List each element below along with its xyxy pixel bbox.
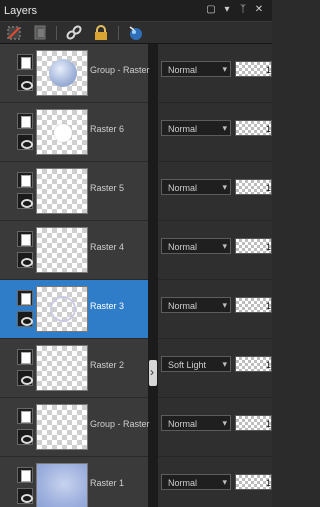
layer-type-icon	[17, 172, 33, 188]
opacity-field[interactable]: 100	[235, 474, 272, 490]
close-icon[interactable]: ✕	[253, 4, 265, 16]
toolbar-separator	[56, 26, 57, 40]
layer-style-icon[interactable]	[128, 25, 144, 41]
layer-name[interactable]: Raster 6	[90, 124, 124, 134]
blend-mode-value: Normal	[168, 124, 198, 134]
visibility-eye-icon[interactable]	[17, 488, 33, 504]
blend-mode-dropdown[interactable]: Normal ▾	[161, 415, 231, 431]
layer-name[interactable]: Group - Raster	[90, 419, 150, 429]
layer-row[interactable]: Raster 2 Soft Light ▾ 100	[0, 339, 272, 398]
opacity-field[interactable]: 100	[235, 179, 272, 195]
blend-mode-dropdown[interactable]: Normal ▾	[161, 179, 231, 195]
layer-thumbnail	[36, 227, 88, 273]
opacity-field[interactable]: 100	[235, 356, 272, 372]
opacity-field[interactable]: 100	[235, 238, 272, 254]
blend-mode-dropdown[interactable]: Normal ▾	[161, 238, 231, 254]
blend-mode-dropdown[interactable]: Soft Light ▾	[161, 356, 231, 372]
blend-mode-dropdown[interactable]: Normal ▾	[161, 297, 231, 313]
duplicate-layer-icon[interactable]	[32, 25, 48, 41]
blend-mode-value: Normal	[168, 301, 198, 311]
layer-name[interactable]: Raster 4	[90, 242, 124, 252]
visibility-eye-icon[interactable]	[17, 311, 33, 327]
layer-thumbnail	[36, 463, 88, 507]
maximize-icon[interactable]: ▢	[205, 4, 217, 16]
opacity-field[interactable]: 100	[235, 61, 272, 77]
visibility-eye-icon[interactable]	[17, 429, 33, 445]
blend-mode-value: Normal	[168, 419, 198, 429]
layer-type-icon	[17, 113, 33, 129]
link-icon[interactable]	[66, 25, 82, 41]
visibility-eye-icon[interactable]	[17, 75, 33, 91]
blend-mode-dropdown[interactable]: Normal ▾	[161, 61, 231, 77]
layer-row[interactable]: Raster 5 Normal ▾ 100	[0, 162, 272, 221]
layer-row[interactable]: Raster 6 Normal ▾ 100	[0, 103, 272, 162]
layer-type-icon	[17, 290, 33, 306]
layer-name[interactable]: Raster 5	[90, 183, 124, 193]
blend-mode-dropdown[interactable]: Normal ▾	[161, 474, 231, 490]
opacity-field[interactable]: 100	[235, 415, 272, 431]
pin-icon[interactable]: ᛉ	[237, 4, 249, 16]
blend-mode-value: Soft Light	[168, 360, 207, 370]
layers-toolbar	[0, 22, 272, 44]
layer-name[interactable]: Raster 2	[90, 360, 124, 370]
panel-title: Layers	[4, 5, 38, 17]
lock-icon[interactable]	[93, 25, 109, 41]
panel-titlebar: Layers ▢ ▾ ᛉ ✕	[0, 0, 272, 22]
layer-thumbnail	[36, 345, 88, 391]
layer-thumbnail	[36, 50, 88, 96]
blend-mode-value: Normal	[168, 65, 198, 75]
chevron-down-icon: ▾	[222, 300, 227, 310]
chevron-down-icon[interactable]: ▾	[221, 4, 233, 16]
layer-thumbnail	[36, 404, 88, 450]
opacity-field[interactable]: 100	[235, 297, 272, 313]
chevron-down-icon: ▾	[222, 359, 227, 369]
layer-name[interactable]: Group - Raster	[90, 65, 150, 75]
layer-thumbnail	[36, 168, 88, 214]
blend-mode-value: Normal	[168, 242, 198, 252]
chevron-down-icon: ▾	[222, 418, 227, 428]
chevron-down-icon: ▾	[222, 182, 227, 192]
chevron-down-icon: ▾	[222, 477, 227, 487]
visibility-eye-icon[interactable]	[17, 193, 33, 209]
layer-row[interactable]: Raster 1 Normal ▾ 100	[0, 457, 272, 507]
layer-type-icon	[17, 467, 33, 483]
delete-layer-icon[interactable]	[6, 25, 22, 41]
toolbar-separator	[118, 26, 119, 40]
layer-row[interactable]: Raster 4 Normal ▾ 100	[0, 221, 272, 280]
layer-row[interactable]: Group - Raster Normal ▾ 100	[0, 44, 272, 103]
chevron-down-icon: ▾	[222, 64, 227, 74]
blend-mode-dropdown[interactable]: Normal ▾	[161, 120, 231, 136]
layer-thumbnail	[36, 109, 88, 155]
layer-thumbnail	[36, 286, 88, 332]
visibility-eye-icon[interactable]	[17, 252, 33, 268]
opacity-field[interactable]: 100	[235, 120, 272, 136]
blend-mode-value: Normal	[168, 183, 198, 193]
chevron-down-icon: ▾	[222, 241, 227, 251]
layer-row[interactable]: Group - Raster Normal ▾ 100	[0, 398, 272, 457]
blend-mode-value: Normal	[168, 478, 198, 488]
layer-row[interactable]: Raster 3 Normal ▾ 100	[0, 280, 272, 339]
layers-list: Group - Raster Normal ▾ 100 Raster 6 Normal ▾ 1…	[0, 44, 272, 507]
visibility-eye-icon[interactable]	[17, 134, 33, 150]
visibility-eye-icon[interactable]	[17, 370, 33, 386]
layer-type-icon	[17, 231, 33, 247]
layer-type-icon	[17, 408, 33, 424]
layer-name[interactable]: Raster 1	[90, 478, 124, 488]
layer-type-icon	[17, 349, 33, 365]
layer-type-icon	[17, 54, 33, 70]
layer-name[interactable]: Raster 3	[90, 301, 124, 311]
chevron-down-icon: ▾	[222, 123, 227, 133]
